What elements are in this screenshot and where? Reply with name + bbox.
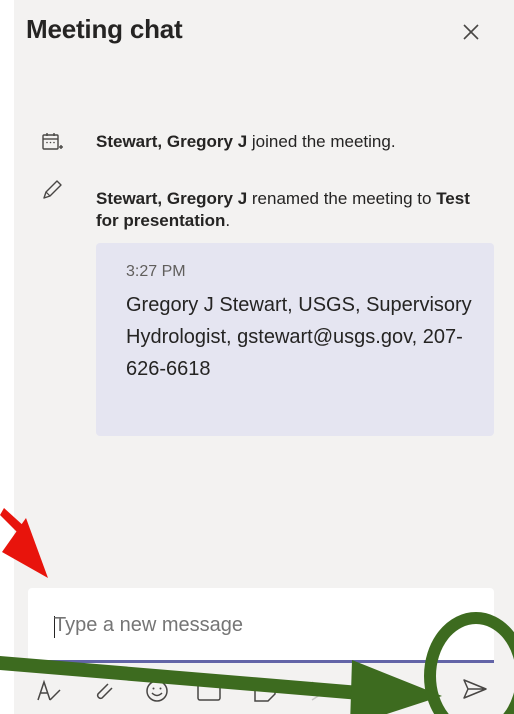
message-bubble[interactable]: 3:27 PM Gregory J Stewart, USGS, Supervi… — [96, 243, 494, 436]
event-user-name: Stewart, Gregory J — [96, 189, 248, 208]
left-margin — [0, 0, 14, 714]
panel-title: Meeting chat — [26, 14, 183, 44]
format-icon[interactable] — [34, 676, 64, 706]
close-icon — [463, 24, 479, 40]
gif-icon[interactable] — [194, 676, 224, 706]
send-icon[interactable] — [460, 674, 490, 704]
message-input[interactable] — [54, 614, 474, 637]
emoji-icon[interactable] — [142, 676, 172, 706]
sticker-icon[interactable] — [250, 676, 280, 706]
event-action-text: renamed the meeting to — [247, 189, 437, 208]
message-text: Gregory J Stewart, USGS, Supervisory Hyd… — [126, 294, 472, 380]
event-joined-text: Stewart, Gregory J joined the meeting. — [96, 131, 486, 153]
meeting-chat-panel: Meeting chat Stewart, Gregory J joined t… — [0, 0, 514, 714]
event-renamed-text: Stewart, Gregory J renamed the meeting t… — [96, 188, 486, 232]
event-user-name: Stewart, Gregory J — [96, 132, 248, 151]
event-suffix: . — [225, 211, 231, 230]
compose-box[interactable] — [28, 588, 494, 663]
attach-icon[interactable] — [88, 676, 118, 706]
event-action-text: joined the meeting. — [247, 132, 396, 151]
pencil-icon — [43, 180, 62, 199]
message-timestamp: 3:27 PM — [126, 263, 186, 280]
more-icon[interactable] — [304, 676, 334, 706]
calendar-join-icon — [42, 133, 63, 150]
close-button[interactable] — [457, 18, 487, 48]
